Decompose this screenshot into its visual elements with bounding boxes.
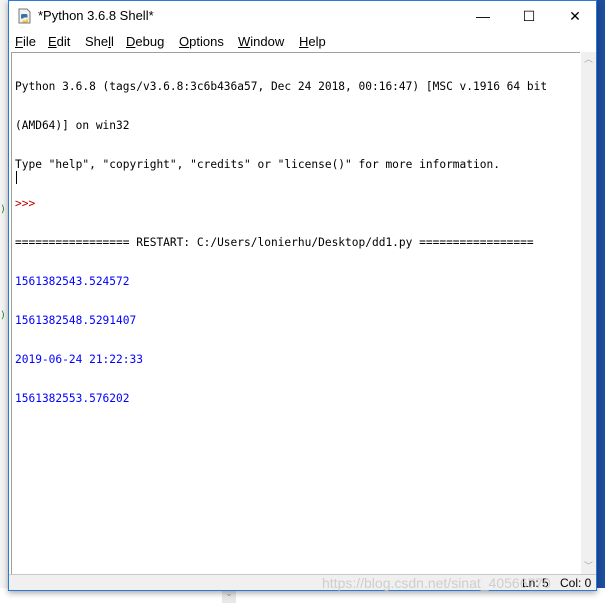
menu-shell[interactable]: Shell xyxy=(85,34,114,49)
text-cursor xyxy=(16,171,17,184)
menu-label: She xyxy=(85,34,109,49)
menu-options[interactable]: Options xyxy=(179,34,224,49)
menu-bar: File Edit Shell Debug Options Window Hel… xyxy=(9,31,596,52)
shell-prompt: >>> xyxy=(15,197,42,210)
output-line: 1561382548.5291407 xyxy=(15,314,137,327)
scroll-down-icon[interactable]: ﹀ xyxy=(581,559,596,574)
minimize-icon: — xyxy=(476,8,490,24)
shell-text-area[interactable]: Python 3.6.8 (tags/v3.6.8:3c6b436a57, De… xyxy=(11,52,580,574)
column-number: Col: 0 xyxy=(560,576,592,590)
watermark: https://blog.csdn.net/sinat_40566770 xyxy=(322,575,551,591)
output-line: 1561382553.576202 xyxy=(15,392,130,405)
menu-label: l xyxy=(111,34,114,49)
close-button[interactable]: ✕ xyxy=(552,1,598,31)
menu-mnemonic: W xyxy=(238,34,251,49)
title-bar[interactable]: *Python 3.6.8 Shell* — ☐ ✕ xyxy=(9,1,596,31)
output-line: 2019-06-24 21:22:33 xyxy=(15,353,143,366)
background-glyph: ) xyxy=(0,310,7,321)
background-window-edge: ) ) xyxy=(0,0,8,603)
menu-label: ptions xyxy=(189,34,224,49)
shell-banner-line: (AMD64)] on win32 xyxy=(15,119,130,132)
menu-label: elp xyxy=(308,34,326,49)
menu-label: ebug xyxy=(135,34,165,49)
menu-window[interactable]: Window xyxy=(238,34,284,49)
menu-label: indow xyxy=(250,34,285,49)
restart-line: ================= RESTART: C:/Users/loni… xyxy=(15,236,534,249)
vertical-scrollbar[interactable]: ︿ ﹀ xyxy=(581,52,596,574)
background-glyph: ) xyxy=(0,204,7,215)
idle-shell-window: *Python 3.6.8 Shell* — ☐ ✕ File Edit She… xyxy=(8,0,597,591)
menu-label: dit xyxy=(56,34,71,49)
menu-label: ile xyxy=(22,34,36,49)
menu-file[interactable]: File xyxy=(15,34,36,49)
close-icon: ✕ xyxy=(569,7,581,24)
menu-help[interactable]: Help xyxy=(299,34,326,49)
menu-mnemonic: F xyxy=(15,34,23,49)
scroll-up-icon[interactable]: ︿ xyxy=(581,52,596,67)
menu-mnemonic: E xyxy=(48,34,57,49)
output-line: 1561382543.524572 xyxy=(15,275,130,288)
menu-mnemonic: H xyxy=(299,34,309,49)
minimize-button[interactable]: — xyxy=(460,1,506,31)
menu-mnemonic: D xyxy=(126,34,136,49)
shell-banner-line: Type "help", "copyright", "credits" or "… xyxy=(15,158,500,171)
python-idle-icon xyxy=(18,8,31,24)
maximize-icon: ☐ xyxy=(522,7,536,24)
menu-edit[interactable]: Edit xyxy=(48,34,70,49)
maximize-button[interactable]: ☐ xyxy=(506,1,552,31)
shell-banner-line: Python 3.6.8 (tags/v3.6.8:3c6b436a57, De… xyxy=(15,80,548,93)
menu-debug[interactable]: Debug xyxy=(126,34,164,49)
window-title: *Python 3.6.8 Shell* xyxy=(38,8,154,23)
menu-mnemonic: O xyxy=(179,34,190,49)
